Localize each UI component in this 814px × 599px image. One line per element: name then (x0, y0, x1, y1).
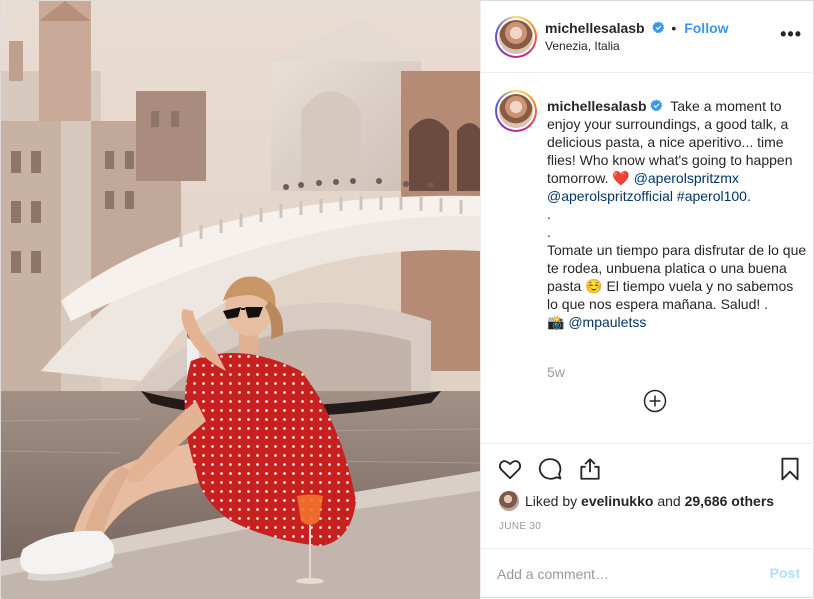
location-link[interactable]: Venezia, Italia (545, 39, 620, 53)
follow-button[interactable]: Follow (684, 20, 728, 36)
camera-emoji: 📸 (547, 314, 565, 330)
share-icon[interactable] (577, 456, 603, 482)
verified-badge-icon (651, 21, 664, 34)
hashtag-aperol100[interactable]: #aperol100. (677, 188, 751, 204)
comment-input[interactable] (497, 561, 747, 587)
header-user-row: michellesalasb • Follow (545, 20, 729, 36)
instagram-post: michellesalasb • Follow Venezia, Italia … (0, 0, 814, 599)
heart-emoji: ❤️ (612, 170, 630, 186)
separator-dot: • (671, 20, 677, 36)
venice-rialto-photo (1, 1, 480, 599)
comment-icon[interactable] (537, 456, 563, 482)
caption: michellesalasb Take a moment to enjoy yo… (547, 97, 807, 331)
post-date[interactable]: JUNE 30 (499, 521, 541, 532)
caption-avatar[interactable] (499, 94, 533, 128)
likes-summary: Liked by evelinukko and 29,686 others (499, 491, 774, 511)
post-comment-button[interactable]: Post (770, 565, 800, 581)
caption-verified-badge-icon (650, 99, 662, 112)
mention-aperolspritzofficial[interactable]: @aperolspritzofficial (547, 188, 673, 204)
more-options-icon[interactable]: ••• (780, 25, 802, 43)
username[interactable]: michellesalasb (545, 20, 645, 36)
caption-dot-1: . (547, 206, 551, 222)
caption-story-ring[interactable] (495, 90, 537, 132)
avatar[interactable] (499, 20, 533, 54)
mention-mpauletss[interactable]: @mpauletss (568, 314, 646, 330)
liker-avatar[interactable] (499, 491, 519, 511)
add-comment-bar: Post (481, 548, 814, 599)
bookmark-icon[interactable] (777, 456, 803, 482)
mention-aperolspritzmx[interactable]: @aperolspritzmx (634, 170, 739, 186)
action-bar: Liked by evelinukko and 29,686 others JU… (481, 443, 814, 548)
post-sidebar: michellesalasb • Follow Venezia, Italia … (480, 1, 814, 599)
story-ring[interactable] (495, 16, 537, 58)
caption-dot-2: . (547, 224, 551, 240)
comments-panel: michellesalasb Take a moment to enjoy yo… (481, 74, 814, 443)
likes-count[interactable]: 29,686 others (685, 493, 775, 509)
heart-icon[interactable] (497, 456, 523, 482)
post-age[interactable]: 5w (547, 364, 565, 380)
load-more-icon[interactable] (643, 389, 667, 413)
likes-and: and (657, 493, 681, 509)
caption-username[interactable]: michellesalasb (547, 98, 647, 114)
post-header: michellesalasb • Follow Venezia, Italia … (481, 1, 814, 73)
caption-text-es: Tomate un tiempo para disfrutar de lo qu… (547, 242, 807, 312)
liker-username[interactable]: evelinukko (581, 493, 653, 509)
liked-by-prefix: Liked by (525, 493, 578, 509)
post-photo[interactable] (1, 1, 480, 599)
